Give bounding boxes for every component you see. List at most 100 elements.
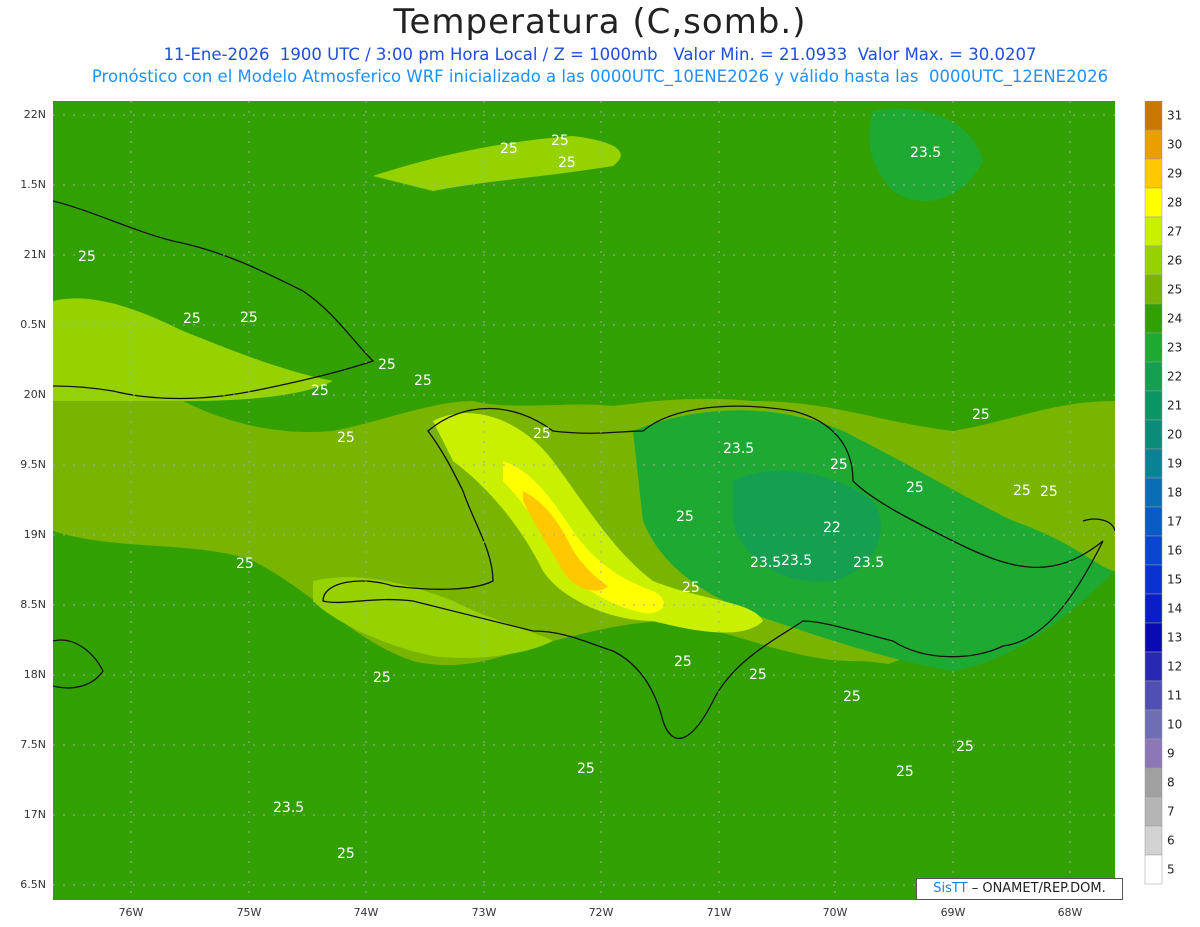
- colorbar-swatch: [1144, 535, 1163, 566]
- colorbar-swatch: [1144, 245, 1163, 276]
- contour-label: 25: [337, 430, 355, 446]
- colorbar-label: 9: [1167, 747, 1175, 761]
- contour-label: 25: [378, 357, 396, 373]
- colorbar-swatch: [1144, 158, 1163, 189]
- temperature-map: 25 25 25 25 25 25 25 25 25 25 25 25 23.5 23.5 23.5 23.5…: [53, 101, 1115, 900]
- latitude-label: 1.5N: [20, 178, 46, 191]
- colorbar-swatch: [1144, 361, 1163, 392]
- contour-label: 25: [558, 155, 576, 171]
- contour-label: 25: [682, 580, 700, 596]
- contour-label: 25: [830, 457, 848, 473]
- colorbar-label: 26: [1167, 254, 1182, 268]
- colorbar-swatch: [1144, 448, 1163, 479]
- page-title: Temperatura (C,somb.): [393, 2, 807, 42]
- colorbar-swatch: [1144, 303, 1163, 334]
- colorbar-label: 17: [1167, 515, 1182, 529]
- colorbar-swatch: [1144, 101, 1163, 131]
- contour-label: 23.5: [781, 553, 812, 569]
- colorbar-label: 10: [1167, 718, 1182, 732]
- colorbar-label: 22: [1167, 370, 1182, 384]
- colorbar-swatch: [1144, 680, 1163, 711]
- colorbar-swatch: [1144, 129, 1163, 160]
- colorbar-label: 7: [1167, 805, 1175, 819]
- longitude-label: 72W: [588, 906, 614, 919]
- colorbar-swatch: [1144, 738, 1163, 769]
- colorbar-swatch: [1144, 506, 1163, 537]
- colorbar-swatch: [1144, 767, 1163, 798]
- colorbar-label: 27: [1167, 225, 1182, 239]
- colorbar-swatch: [1144, 796, 1163, 827]
- contour-label: 25: [414, 373, 432, 389]
- colorbar-swatch: [1144, 187, 1163, 218]
- latitude-label: 21N: [23, 248, 46, 261]
- longitude-label: 70W: [822, 906, 848, 919]
- colorbar-swatch: [1144, 216, 1163, 247]
- contour-label: 25: [972, 407, 990, 423]
- colorbar-swatch: [1144, 622, 1163, 653]
- colorbar-label: 30: [1167, 138, 1182, 152]
- colorbar-swatch: [1144, 564, 1163, 595]
- contour-label: 25: [896, 764, 914, 780]
- colorbar-swatch: [1144, 390, 1163, 421]
- latitude-label: 22N: [23, 108, 46, 121]
- contour-label: 23.5: [910, 145, 941, 161]
- colorbar-swatch: [1144, 651, 1163, 682]
- contour-label: 25: [1013, 483, 1031, 499]
- longitude-label: 75W: [236, 906, 262, 919]
- contour-label: 25: [533, 426, 551, 442]
- longitude-label: 73W: [471, 906, 497, 919]
- contour-label: 25: [78, 249, 96, 265]
- contour-label: 25: [373, 670, 391, 686]
- contour-label: 23.5: [723, 441, 754, 457]
- colorbar-label: 31: [1167, 109, 1182, 123]
- colorbar-label: 13: [1167, 631, 1182, 645]
- latitude-label: 9.5N: [20, 458, 46, 471]
- contour-label: 23.5: [853, 555, 884, 571]
- contour-label: 25: [749, 667, 767, 683]
- colorbar-label: 6: [1167, 834, 1175, 848]
- contour-label: 25: [676, 509, 694, 525]
- colorbar-label: 15: [1167, 573, 1182, 587]
- contour-label: 25: [337, 846, 355, 862]
- colorbar-label: 18: [1167, 486, 1182, 500]
- contour-label: 23.5: [273, 800, 304, 816]
- colorbar-label: 5: [1167, 863, 1175, 877]
- colorbar-label: 14: [1167, 602, 1182, 616]
- latitude-label: 20N: [23, 388, 46, 401]
- map-subtitle-model-info: Pronóstico con el Modelo Atmosferico WRF…: [91, 67, 1109, 86]
- latitude-label: 8.5N: [20, 598, 46, 611]
- credit-text: – ONAMET/REP.DOM.: [971, 881, 1106, 896]
- map-subtitle-valid-time: 11-Ene-2026 1900 UTC / 3:00 pm Hora Loca…: [163, 45, 1037, 64]
- contour-label: 25: [311, 383, 329, 399]
- contour-label: 25: [843, 689, 861, 705]
- colorbar-swatch: [1144, 593, 1163, 624]
- latitude-label: 18N: [23, 668, 46, 681]
- colorbar-label: 16: [1167, 544, 1182, 558]
- contour-label: 25: [236, 556, 254, 572]
- longitude-label: 68W: [1057, 906, 1083, 919]
- colorbar-label: 20: [1167, 428, 1182, 442]
- contour-label: 25: [551, 133, 569, 149]
- latitude-label: 0.5N: [20, 318, 46, 331]
- colorbar-label: 29: [1167, 167, 1182, 181]
- contour-label: 25: [500, 141, 518, 157]
- colorbar-label: 11: [1167, 689, 1182, 703]
- temperature-colorbar: 31 30 29 28 27 26 25 24 23 22 21 20 19 18 17 16 15 14 13 12…: [1144, 101, 1182, 885]
- colorbar-swatch: [1144, 477, 1163, 508]
- colorbar-swatch: [1144, 709, 1163, 740]
- colorbar-swatch: [1144, 332, 1163, 363]
- credit-box: SisTT – ONAMET/REP.DOM.: [916, 878, 1123, 900]
- contour-label: 25: [577, 761, 595, 777]
- colorbar-label: 8: [1167, 776, 1175, 790]
- longitude-label: 76W: [118, 906, 144, 919]
- latitude-label: 17N: [23, 808, 46, 821]
- contour-label: 25: [674, 654, 692, 670]
- colorbar-label: 21: [1167, 399, 1182, 413]
- colorbar-swatch: [1144, 854, 1163, 885]
- contour-label: 25: [240, 310, 258, 326]
- colorbar-swatch: [1144, 825, 1163, 856]
- contour-label: 25: [956, 739, 974, 755]
- contour-label: 25: [1040, 484, 1058, 500]
- colorbar-label: 24: [1167, 312, 1182, 326]
- sistt-brand: SisTT: [933, 881, 968, 896]
